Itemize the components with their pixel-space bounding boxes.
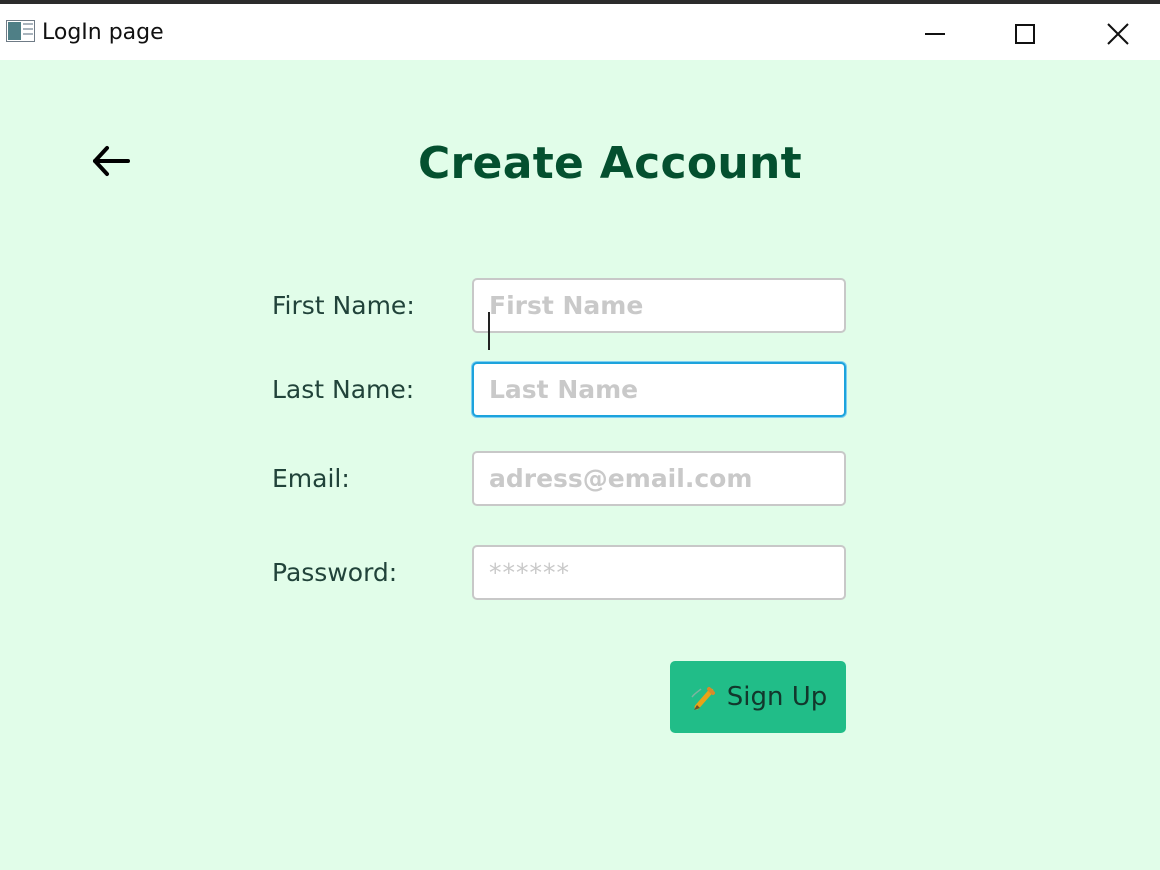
maximize-button[interactable] <box>980 8 1070 60</box>
create-account-panel: Create Account First Name: Last Name: Em… <box>0 60 1160 870</box>
maximize-icon <box>1015 24 1035 44</box>
sign-up-label: Sign Up <box>726 682 828 712</box>
password-input[interactable] <box>472 545 846 600</box>
title-bar: LogIn page <box>0 4 1160 60</box>
minimize-icon <box>925 33 945 35</box>
email-label: Email: <box>272 464 350 493</box>
first-name-label: First Name: <box>272 291 415 320</box>
last-name-input[interactable] <box>472 362 846 417</box>
last-name-label: Last Name: <box>272 375 415 404</box>
page-title: Create Account <box>417 138 803 189</box>
app-icon <box>6 20 35 42</box>
close-button[interactable] <box>1073 8 1160 60</box>
pencil-icon <box>691 687 715 710</box>
email-input[interactable] <box>472 451 846 506</box>
close-icon <box>1107 23 1129 45</box>
minimize-button[interactable] <box>890 8 980 60</box>
sign-up-button[interactable]: Sign Up <box>670 661 846 733</box>
first-name-input[interactable] <box>472 278 846 333</box>
window-title: LogIn page <box>42 20 164 45</box>
password-label: Password: <box>272 558 398 587</box>
text-cursor <box>488 312 490 350</box>
